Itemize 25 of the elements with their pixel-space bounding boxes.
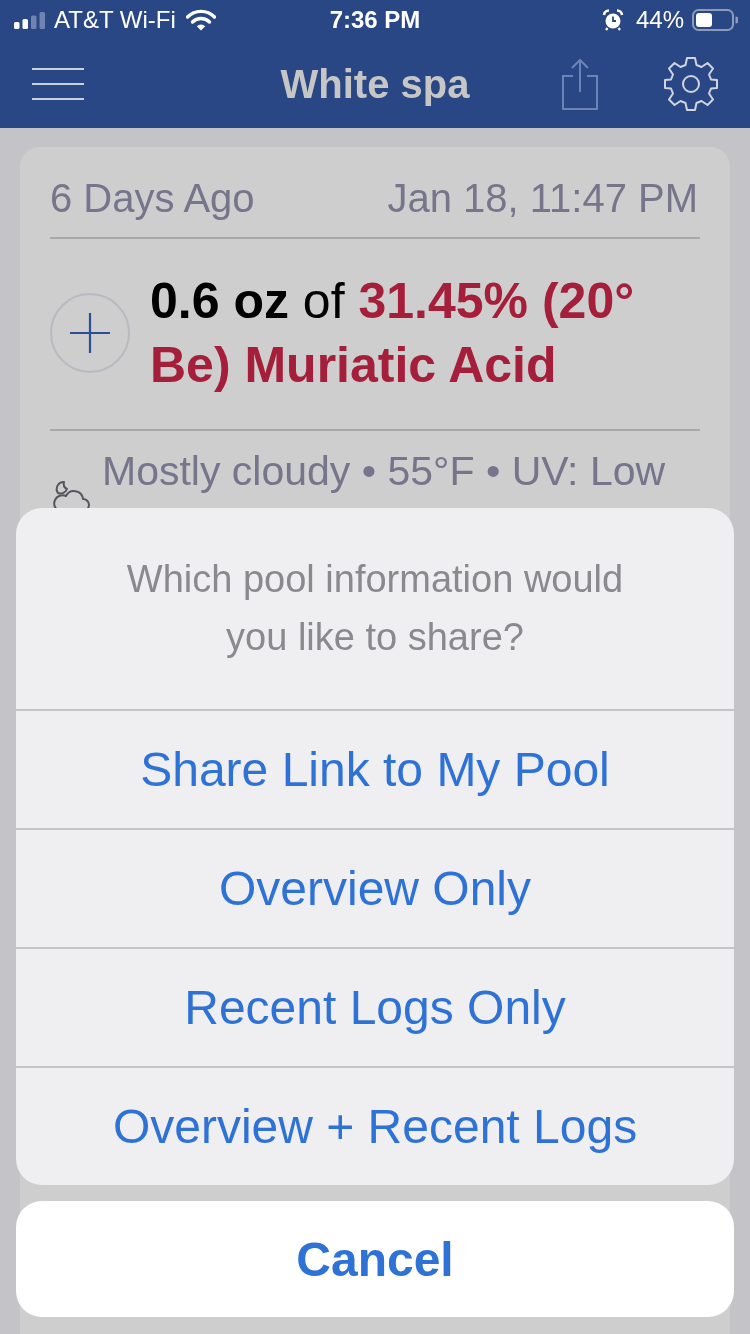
- carrier-name: AT&T Wi-Fi: [54, 6, 176, 34]
- share-option[interactable]: Overview + Recent Logs: [16, 1066, 734, 1185]
- battery-percentage: 44%: [635, 6, 684, 34]
- action-sheet-title: Which pool information would you like to share?: [125, 557, 625, 660]
- menu-icon: [32, 68, 84, 100]
- pool-name-title: White spa: [280, 61, 470, 108]
- cancel-button[interactable]: Cancel: [16, 1201, 734, 1317]
- add-button[interactable]: [50, 293, 130, 373]
- share-option[interactable]: Overview Only: [16, 828, 734, 947]
- plus-icon: [70, 313, 110, 353]
- settings-icon: [664, 57, 718, 111]
- log-age: 6 Days Ago: [50, 175, 255, 221]
- settings-button[interactable]: [664, 57, 718, 111]
- wifi-icon: [185, 9, 216, 31]
- weather-summary: Mostly cloudy • 55°F • UV: Low: [102, 447, 666, 495]
- share-option[interactable]: Share Link to My Pool: [16, 709, 734, 828]
- signal-icon: [14, 11, 46, 29]
- share-icon: [562, 58, 598, 110]
- log-timestamp: Jan 18, 11:47 PM: [387, 175, 698, 221]
- chemical-dose-text: 0.6 oz of 31.45% (20° Be) Muriatic Acid: [150, 272, 636, 395]
- battery-icon: [692, 9, 738, 31]
- menu-button[interactable]: [32, 68, 84, 100]
- alarm-clock-icon: [601, 9, 624, 31]
- clock-time: 7:36 PM: [329, 6, 421, 34]
- share-option[interactable]: Recent Logs Only: [16, 947, 734, 1066]
